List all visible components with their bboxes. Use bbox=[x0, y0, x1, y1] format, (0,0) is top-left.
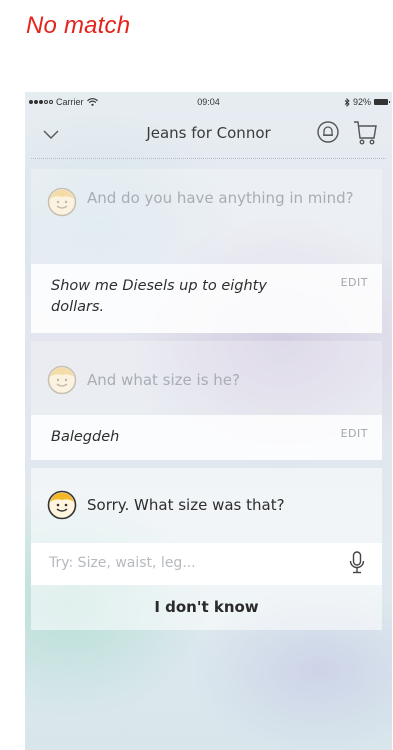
user-answer: Balegdeh EDIT bbox=[31, 415, 382, 460]
reply-input-row bbox=[31, 543, 382, 585]
microphone-icon[interactable] bbox=[348, 550, 366, 576]
bot-avatar-icon bbox=[47, 490, 77, 520]
bot-message-text: And what size is he? bbox=[87, 371, 240, 389]
bot-message: Sorry. What size was that? bbox=[31, 490, 382, 520]
nav-divider bbox=[31, 158, 386, 159]
chat-card-active: Sorry. What size was that? I don't know bbox=[31, 468, 382, 630]
bot-avatar-icon bbox=[47, 187, 77, 217]
bluetooth-icon bbox=[344, 97, 350, 107]
battery-icon bbox=[374, 99, 390, 105]
notification-icon[interactable] bbox=[316, 120, 340, 144]
nav-bar: Jeans for Connor bbox=[25, 114, 392, 154]
battery-percent: 92% bbox=[352, 97, 371, 107]
bot-message: And what size is he? bbox=[31, 365, 382, 395]
chat-card-2: And what size is he? Balegdeh EDIT bbox=[31, 341, 382, 460]
status-right: 92% bbox=[344, 97, 390, 107]
status-time: 09:04 bbox=[197, 97, 220, 107]
bot-message: And do you have anything in mind? bbox=[31, 187, 382, 217]
status-bar: Carrier 09:04 92% bbox=[25, 92, 392, 112]
edit-button[interactable]: EDIT bbox=[341, 276, 368, 289]
page-caption: No match bbox=[26, 12, 131, 39]
cart-icon[interactable] bbox=[352, 118, 378, 146]
dont-know-button[interactable]: I don't know bbox=[31, 598, 382, 616]
user-answer: Show me Diesels up to eighty dollars. ED… bbox=[31, 264, 382, 333]
size-input[interactable] bbox=[49, 551, 329, 575]
phone-screen: Carrier 09:04 92% Jeans for Connor And d… bbox=[25, 92, 392, 750]
edit-button[interactable]: EDIT bbox=[341, 427, 368, 440]
bot-message-text: And do you have anything in mind? bbox=[87, 189, 354, 207]
user-answer-text: Show me Diesels up to eighty dollars. bbox=[51, 278, 267, 315]
chat-card-1: And do you have anything in mind? Show m… bbox=[31, 169, 382, 333]
bot-message-text: Sorry. What size was that? bbox=[87, 496, 285, 514]
user-answer-text: Balegdeh bbox=[51, 429, 120, 445]
bot-avatar-icon bbox=[47, 365, 77, 395]
